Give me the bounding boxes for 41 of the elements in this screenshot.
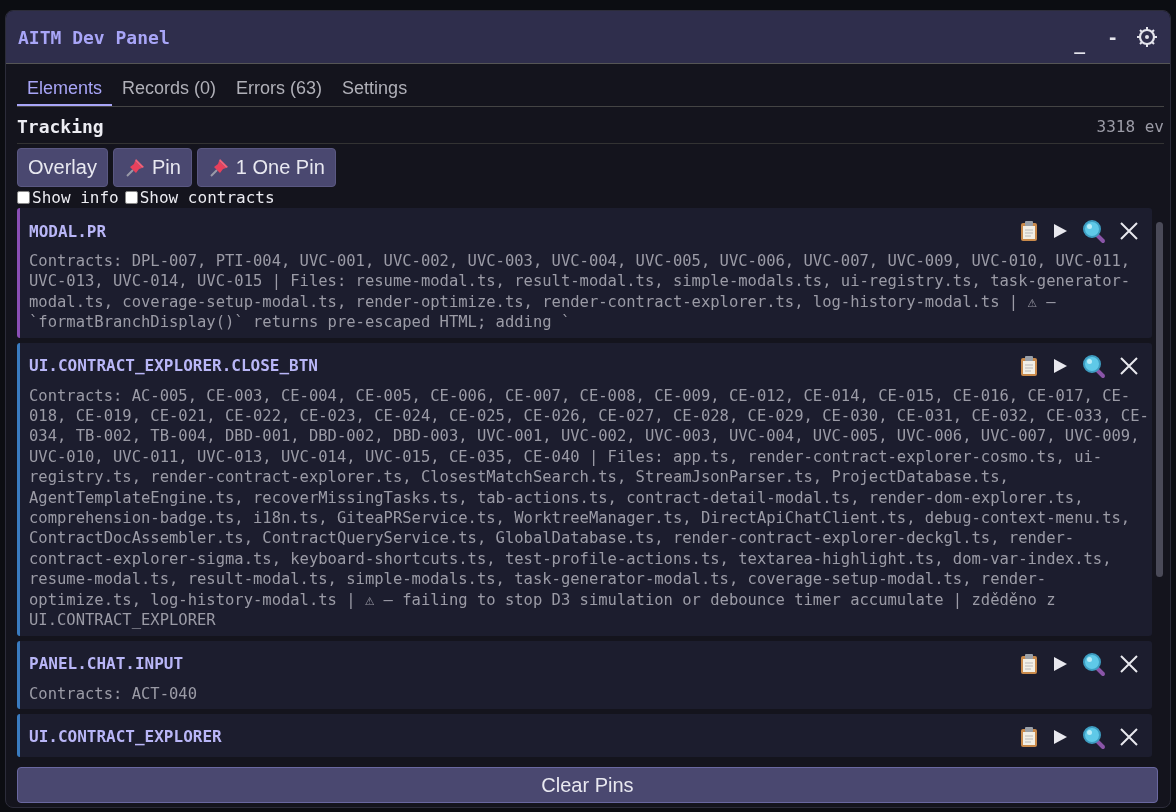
checkbox-label: Show info	[32, 187, 119, 207]
pin-button[interactable]: Pin	[112, 148, 192, 187]
clipboard-icon[interactable]	[1019, 220, 1039, 242]
checkbox[interactable]	[124, 190, 138, 204]
search-icon[interactable]	[1081, 218, 1107, 244]
overlay-button[interactable]: Overlay	[17, 148, 108, 187]
clear-pins-button[interactable]: Clear Pins	[17, 767, 1158, 803]
search-icon[interactable]	[1081, 723, 1107, 750]
minimize-button[interactable]: _	[1070, 32, 1090, 54]
clipboard-icon[interactable]	[1019, 354, 1039, 377]
element-details: Contracts: AC-005, CE-003, CE-004, CE-005, CE-006, CE-007, CE-008, CE-009, CE-012, CE-014, CE-015, CE-016, CE-017, CE-018, CE-019, CE-021, CE-022, CE-023, CE-024, CE-025, CE-026, CE-027, CE-028, CE-029, CE-030, CE-031, CE-032, CE-033, CE-034, TB-002, TB-004, DBD-001, DBD-002, DBD-003, UVC-001, UVC-002, UVC-003, UVC-004, UVC-005, UVC-006, UVC-007, UVC-009, UVC-010, UVC-011, UVC-013, UVC-014, UVC-015, CE-035, CE-040 | Files: app.ts, render-contract-explorer-cosmo.ts, ui-registry.ts, render-contract-explorer.ts, ClosestMatchSearch.ts, StreamJsonParser.ts, ProjectDatabase.ts, AgentTemplateEngine.ts, recoverMissingTasks.ts, tab-actions.ts, contract-detail-modal.ts, render-dom-explorer.ts, comprehension-badge.ts, i18n.ts, GiteaPRService.ts, WorktreeManager.ts, DirectApiChatClient.ts, debug-context-menu.ts, ContractDocAssembler.ts, ContractQueryService.ts, GlobalDatabase.ts, render-contract-explorer-deckgl.ts, render-contract-explorer-sigma.ts, keyboard-shortcuts.ts, test-profile-actions.ts, textarea-highlight.ts, dom-var-index.ts, resume-modal.ts, result-modal.ts, simple-modals.ts, task-generator-modal.ts, coverage-setup-modal.ts, render-optimize.ts, log-history-modal.ts | ⚠ — failing to stop D3 simulation or debounce timer accumulate | zděděno z UI.CONTRACT_EXPLORER	[29, 385, 1150, 631]
play-icon[interactable]	[1051, 727, 1069, 746]
element-details: Contracts: DPL-007, PTI-004, UVC-001, UVC-002, UVC-003, UVC-004, UVC-005, UVC-006, UVC-007, UVC-009, UVC-010, UVC-011, UVC-013, UVC-014, UVC-015 | Files: resume-modal.ts, result-modal.ts, simple-modals.ts, ui-registry.ts, task-generator-modal.ts, coverage-setup-modal.ts, render-optimize.ts, render-contract-explorer.ts, log-history-modal.ts | ⚠ — `formatBranchDisplay()` returns pre-escaped HTML; adding `	[29, 251, 1132, 333]
search-icon[interactable]	[1081, 352, 1107, 379]
element-name: UI.CONTRACT_EXPLORER.CLOSE_BTN	[29, 356, 318, 376]
event-count: 3318 ev	[1096, 116, 1164, 136]
tab[interactable]: Settings	[332, 74, 418, 106]
tab[interactable]: Records (0)	[112, 74, 227, 106]
close-icon[interactable]	[1119, 221, 1139, 241]
close-icon[interactable]	[1119, 653, 1139, 674]
tab[interactable]: Errors (63)	[226, 74, 333, 106]
panel-title: AITM Dev Panel	[18, 26, 170, 48]
pin-button[interactable]: 1 One Pin	[196, 148, 336, 187]
element-name: UI.CONTRACT_EXPLORER	[29, 727, 222, 747]
checkbox[interactable]	[17, 190, 30, 204]
clipboard-icon[interactable]	[1019, 725, 1039, 748]
play-icon[interactable]	[1051, 654, 1069, 673]
collapse-button[interactable]: -	[1103, 26, 1122, 48]
close-icon[interactable]	[1119, 355, 1139, 376]
close-icon[interactable]	[1119, 726, 1139, 747]
play-icon[interactable]	[1051, 356, 1069, 375]
checkbox-label: Show contracts	[139, 187, 275, 207]
element-name: PANEL.CHAT.INPUT	[29, 654, 184, 673]
tab[interactable]: Elements	[17, 74, 113, 106]
settings-icon[interactable]	[1136, 26, 1158, 48]
element-details: Contracts: ACT-040	[29, 683, 198, 704]
clipboard-icon[interactable]	[1019, 652, 1039, 675]
element-name: MODAL.PR	[29, 221, 107, 241]
tracking-label: Tracking	[17, 115, 104, 137]
play-icon[interactable]	[1051, 222, 1069, 240]
search-icon[interactable]	[1081, 650, 1107, 677]
